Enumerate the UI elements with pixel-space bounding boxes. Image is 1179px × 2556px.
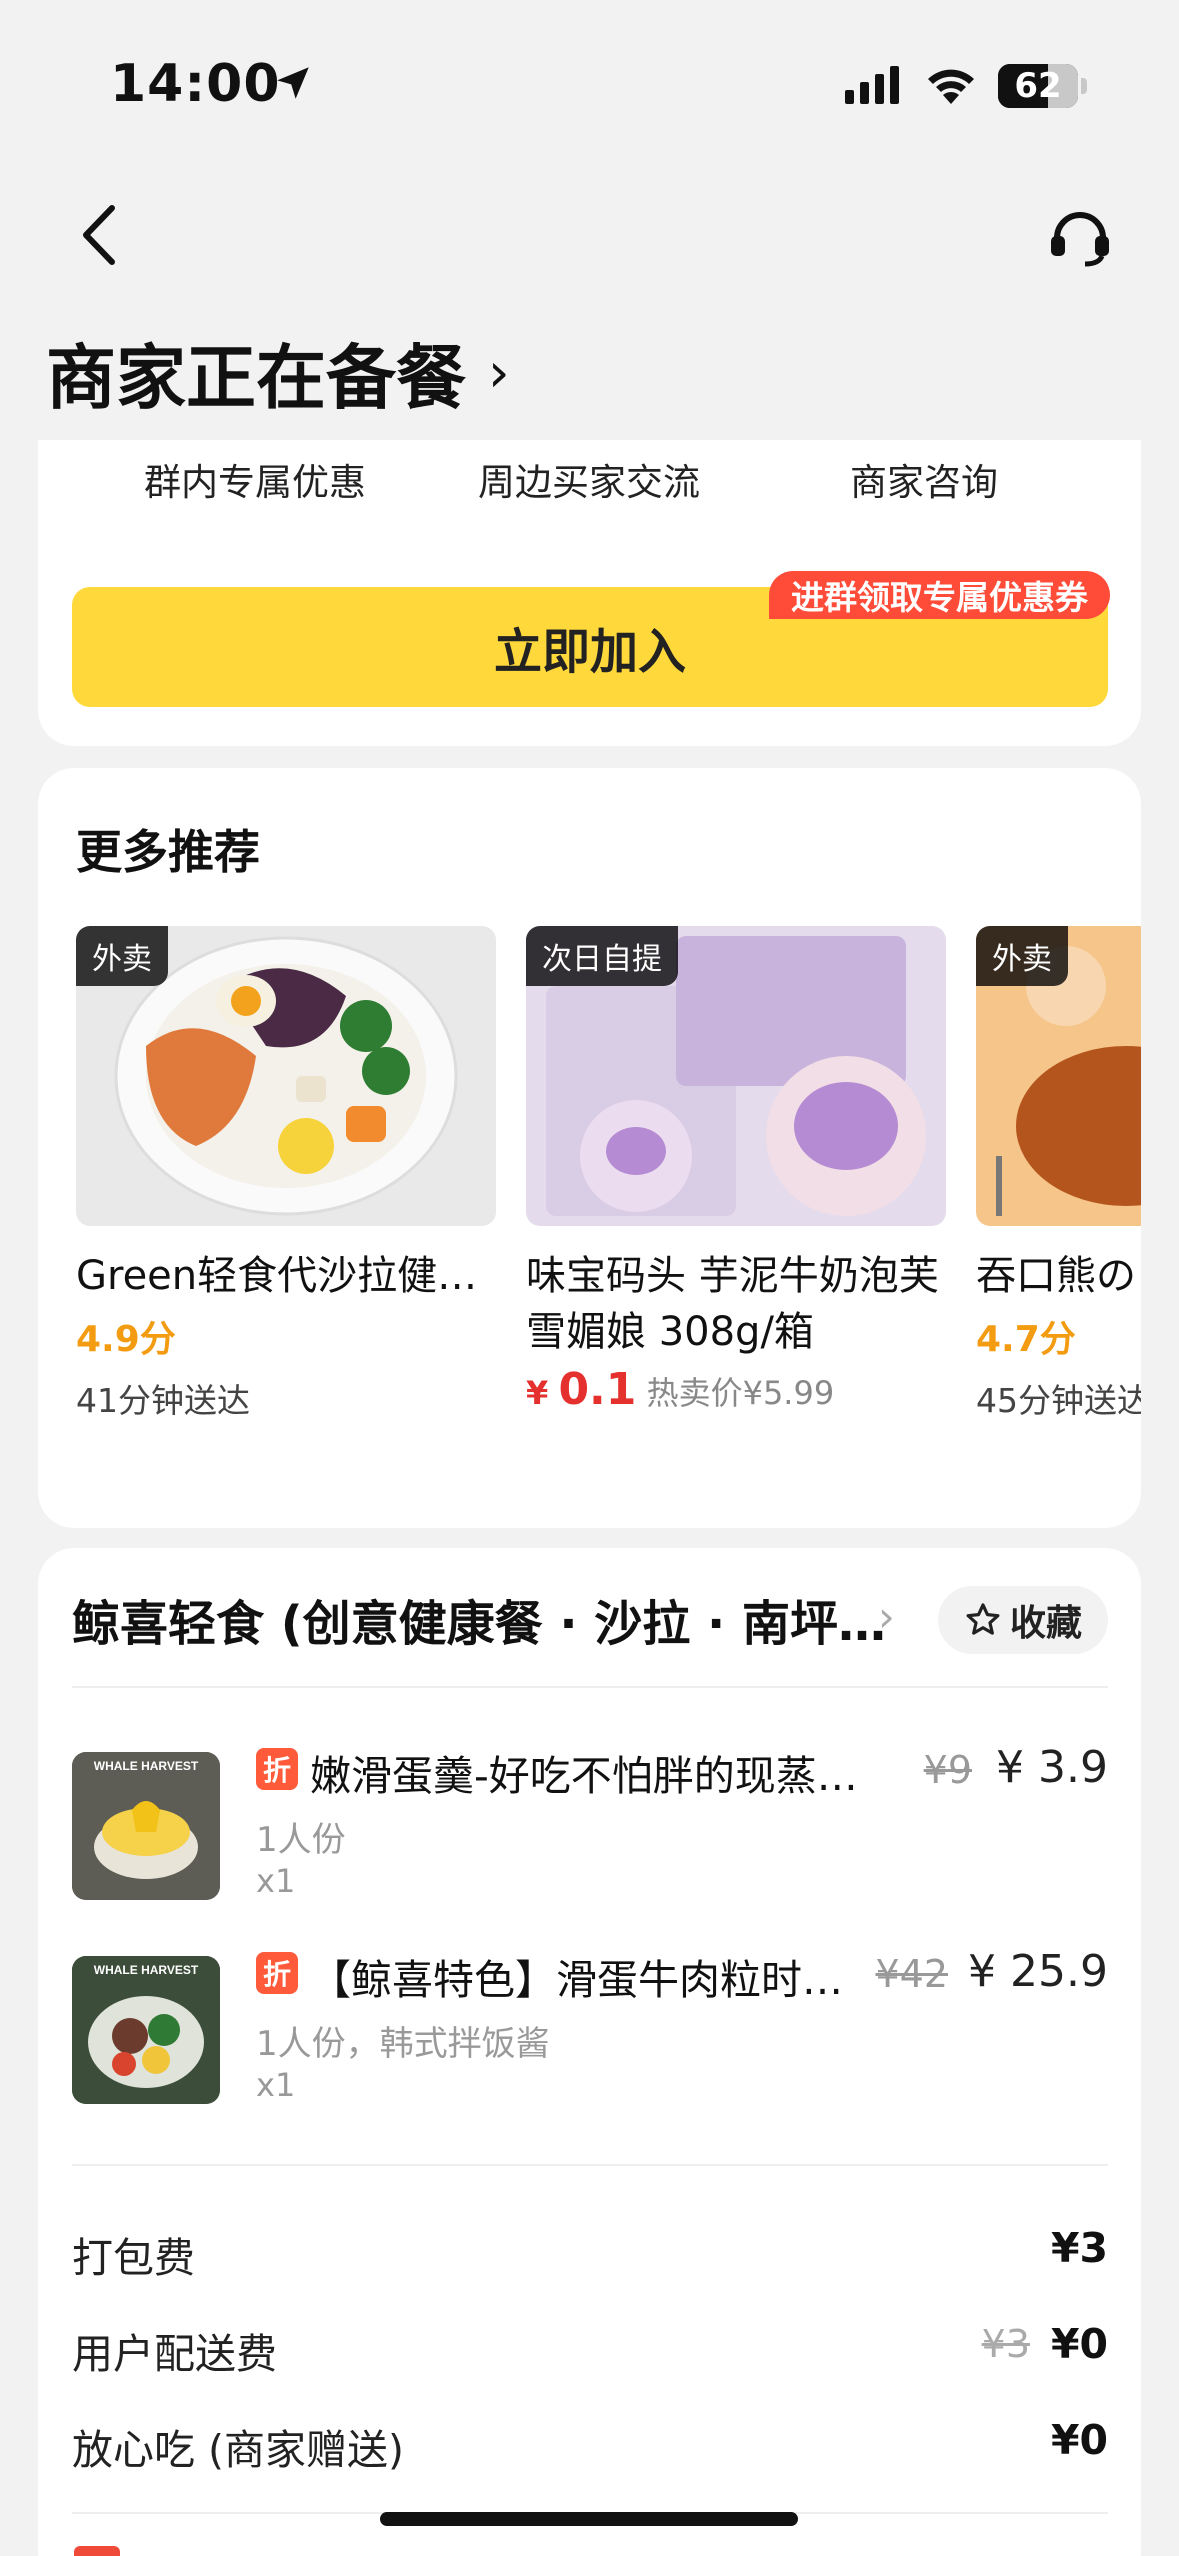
- item-price: ¥ 3.9: [996, 1742, 1108, 1793]
- beef-rice-bowl-image: WHALE HARVEST: [72, 1956, 220, 2104]
- reco-eta: 45分钟送达: [976, 1381, 1141, 1420]
- favorite-label: 收藏: [1009, 1603, 1082, 1644]
- divider: [72, 1686, 1108, 1688]
- star-outline-icon: [966, 1603, 1000, 1635]
- egg-custard-image: WHALE HARVEST: [72, 1752, 220, 1900]
- fee-value: ¥3: [1050, 2224, 1108, 2272]
- reco-tag: 外卖: [76, 926, 168, 986]
- feature-merchant-consult: 商家咨询: [850, 461, 998, 504]
- reco-score: 4.7分: [976, 1319, 1076, 1360]
- reco-tag: 次日自提: [526, 926, 678, 986]
- reco-item-salad[interactable]: 外卖 Green轻食代沙拉健… 4.9分 41分钟送达: [76, 926, 496, 1422]
- packaging-fee-row: 打包费 ¥3: [72, 2224, 1108, 2284]
- status-bar: 14:00 62: [0, 0, 1179, 150]
- partial-badge: [74, 2546, 120, 2556]
- coupon-badge: 进群领取专属优惠券: [769, 571, 1110, 619]
- recommendations-title: 更多推荐: [76, 825, 260, 879]
- food-insurance-row: 放心吃 (商家赠送) ¥0: [72, 2416, 1108, 2476]
- discount-badge: 折: [256, 1952, 298, 1994]
- feature-exclusive-offers: 群内专属优惠: [144, 461, 366, 504]
- favorite-button[interactable]: 收藏: [938, 1586, 1108, 1654]
- hot-sale-label: 热卖价: [646, 1374, 743, 1412]
- image-brand-text: WHALE HARVEST: [94, 1759, 199, 1773]
- battery-indicator: 62: [998, 64, 1078, 108]
- reco-name: Green轻食代沙拉健…: [76, 1253, 478, 1299]
- order-status-title[interactable]: 商家正在备餐 ›: [46, 322, 510, 423]
- reco-tag: 外卖: [976, 926, 1068, 986]
- hot-sale-price: ¥5.99: [742, 1374, 835, 1412]
- fee-label: 打包费: [72, 2234, 195, 2282]
- reco-image-salad: 外卖: [76, 926, 496, 1226]
- order-item-name: 【鲸喜特色】滑蛋牛肉粒时…: [310, 1956, 843, 2004]
- item-spec: 1人份，韩式拌饭酱: [256, 2024, 550, 2064]
- order-item[interactable]: WHALE HARVEST 折 嫩滑蛋羹-好吃不怕胖的现蒸… ¥9 ¥ 3.9 …: [72, 1742, 1108, 1902]
- order-item-image: WHALE HARVEST: [72, 1752, 220, 1900]
- cellular-signal-icon: [845, 66, 899, 104]
- battery-cap: [1081, 78, 1087, 94]
- store-name[interactable]: 鲸喜轻食 (创意健康餐 · 沙拉 · 南坪…: [72, 1584, 912, 1654]
- image-brand-text: WHALE HARVEST: [94, 1963, 199, 1977]
- price-symbol: ¥: [526, 1374, 549, 1412]
- reco-eta: 41分钟送达: [76, 1381, 250, 1420]
- reco-item-taro-mochi[interactable]: 次日自提 味宝码头 芋泥牛奶泡芙雪媚娘 308g/箱 ¥ 0.1 热卖价¥5.9…: [526, 926, 946, 1415]
- item-price: ¥ 25.9: [968, 1946, 1108, 1997]
- join-group-button[interactable]: 立即加入 进群领取专属优惠券: [72, 571, 1110, 707]
- reco-item-tunkouxiong[interactable]: 外卖 吞口熊の 4.7分 45分钟送达: [976, 926, 1141, 1422]
- fee-label: 放心吃 (商家赠送): [72, 2426, 405, 2474]
- page-title-text: 商家正在备餐: [46, 337, 466, 419]
- recommendations-card: 更多推荐 外卖 Green轻食代沙拉健… 4.9分 41分钟送达 次日自提 味宝…: [38, 768, 1141, 1528]
- chevron-right-icon[interactable]: ›: [878, 1592, 895, 1641]
- discount-badge: 折: [256, 1748, 298, 1790]
- battery-level: 62: [1014, 66, 1062, 106]
- deal-price: 0.1: [558, 1364, 637, 1415]
- delivery-fee-row: 用户配送费 ¥3 ¥0: [72, 2320, 1108, 2380]
- join-button-label: 立即加入: [493, 624, 686, 680]
- original-price: ¥42: [875, 1952, 948, 1996]
- item-quantity: x1: [256, 1862, 296, 1900]
- original-price: ¥9: [923, 1748, 972, 1792]
- fee-value: ¥0: [1050, 2416, 1108, 2464]
- divider: [72, 2164, 1108, 2166]
- order-details-card: 鲸喜轻食 (创意健康餐 · 沙拉 · 南坪… › 收藏 WHALE HARVES…: [38, 1548, 1141, 2556]
- chevron-left-icon: [83, 205, 115, 265]
- reco-image-tunkouxiong: 外卖: [976, 926, 1141, 1226]
- item-spec: 1人份: [256, 1820, 346, 1860]
- feature-buyer-chat: 周边买家交流: [478, 461, 700, 504]
- home-indicator[interactable]: [380, 2512, 798, 2526]
- reco-name: 吞口熊の: [976, 1253, 1136, 1299]
- order-item[interactable]: WHALE HARVEST 折 【鲸喜特色】滑蛋牛肉粒时… ¥42 ¥ 25.9…: [72, 1946, 1108, 2106]
- fee-label: 用户配送费: [72, 2330, 277, 2378]
- chevron-right-icon: ›: [488, 341, 510, 404]
- back-button[interactable]: [70, 200, 130, 270]
- fee-original: ¥3: [981, 2322, 1030, 2366]
- item-quantity: x1: [256, 2066, 296, 2104]
- order-item-name: 嫩滑蛋羹-好吃不怕胖的现蒸…: [310, 1752, 858, 1800]
- headset-icon: [1051, 212, 1109, 267]
- wifi-icon: [928, 69, 974, 104]
- reco-name: 味宝码头 芋泥牛奶泡芙雪媚娘 308g/箱: [526, 1253, 939, 1355]
- customer-service-button[interactable]: [1045, 200, 1115, 270]
- reco-score: 4.9分: [76, 1319, 176, 1360]
- status-time: 14:00: [110, 54, 281, 114]
- reco-price-row: ¥ 0.1 热卖价¥5.99: [526, 1364, 946, 1415]
- group-join-card: 群内专属优惠 周边买家交流 商家咨询 立即加入 进群领取专属优惠券: [38, 440, 1141, 746]
- fee-value: ¥0: [1050, 2320, 1108, 2368]
- reco-image-taro-mochi: 次日自提: [526, 926, 946, 1226]
- location-arrow-icon: [277, 67, 309, 99]
- order-item-image: WHALE HARVEST: [72, 1956, 220, 2104]
